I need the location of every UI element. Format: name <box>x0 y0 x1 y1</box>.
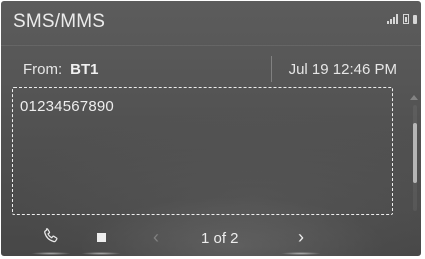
next-button-glow <box>281 252 321 255</box>
stop-button[interactable] <box>81 221 121 256</box>
signal-icon <box>387 14 399 24</box>
screen-title: SMS/MMS <box>13 11 106 32</box>
sms-message-screen: SMS/MMS From: BT1 Jul 19 12:46 PM 0123456… <box>1 1 421 256</box>
call-button[interactable] <box>31 221 71 256</box>
status-indicator-icon <box>413 15 417 24</box>
status-icons <box>387 10 417 24</box>
chevron-left-icon: ‹ <box>153 226 159 247</box>
date-divider <box>271 56 272 82</box>
bottom-control-bar: ‹ 1 of 2 › <box>1 221 421 256</box>
next-message-button[interactable]: › <box>281 221 321 256</box>
phone-icon <box>41 226 61 251</box>
message-body-text: 01234567890 <box>20 98 114 115</box>
chevron-right-icon: › <box>298 226 304 247</box>
page-indicator: 1 of 2 <box>201 230 239 247</box>
stop-icon <box>96 233 106 242</box>
scroll-up-arrow-icon[interactable] <box>410 95 418 100</box>
call-button-glow <box>31 252 71 255</box>
message-date: Jul 19 12:46 PM <box>288 61 397 78</box>
previous-message-button[interactable]: ‹ <box>136 221 176 256</box>
header-divider <box>1 45 421 46</box>
stop-button-glow <box>81 252 121 255</box>
scrollbar-thumb[interactable] <box>413 123 417 183</box>
battery-icon <box>403 14 409 24</box>
sender-name: BT1 <box>70 61 99 78</box>
from-row: From: BT1 <box>23 62 99 77</box>
from-label: From: <box>23 61 63 78</box>
